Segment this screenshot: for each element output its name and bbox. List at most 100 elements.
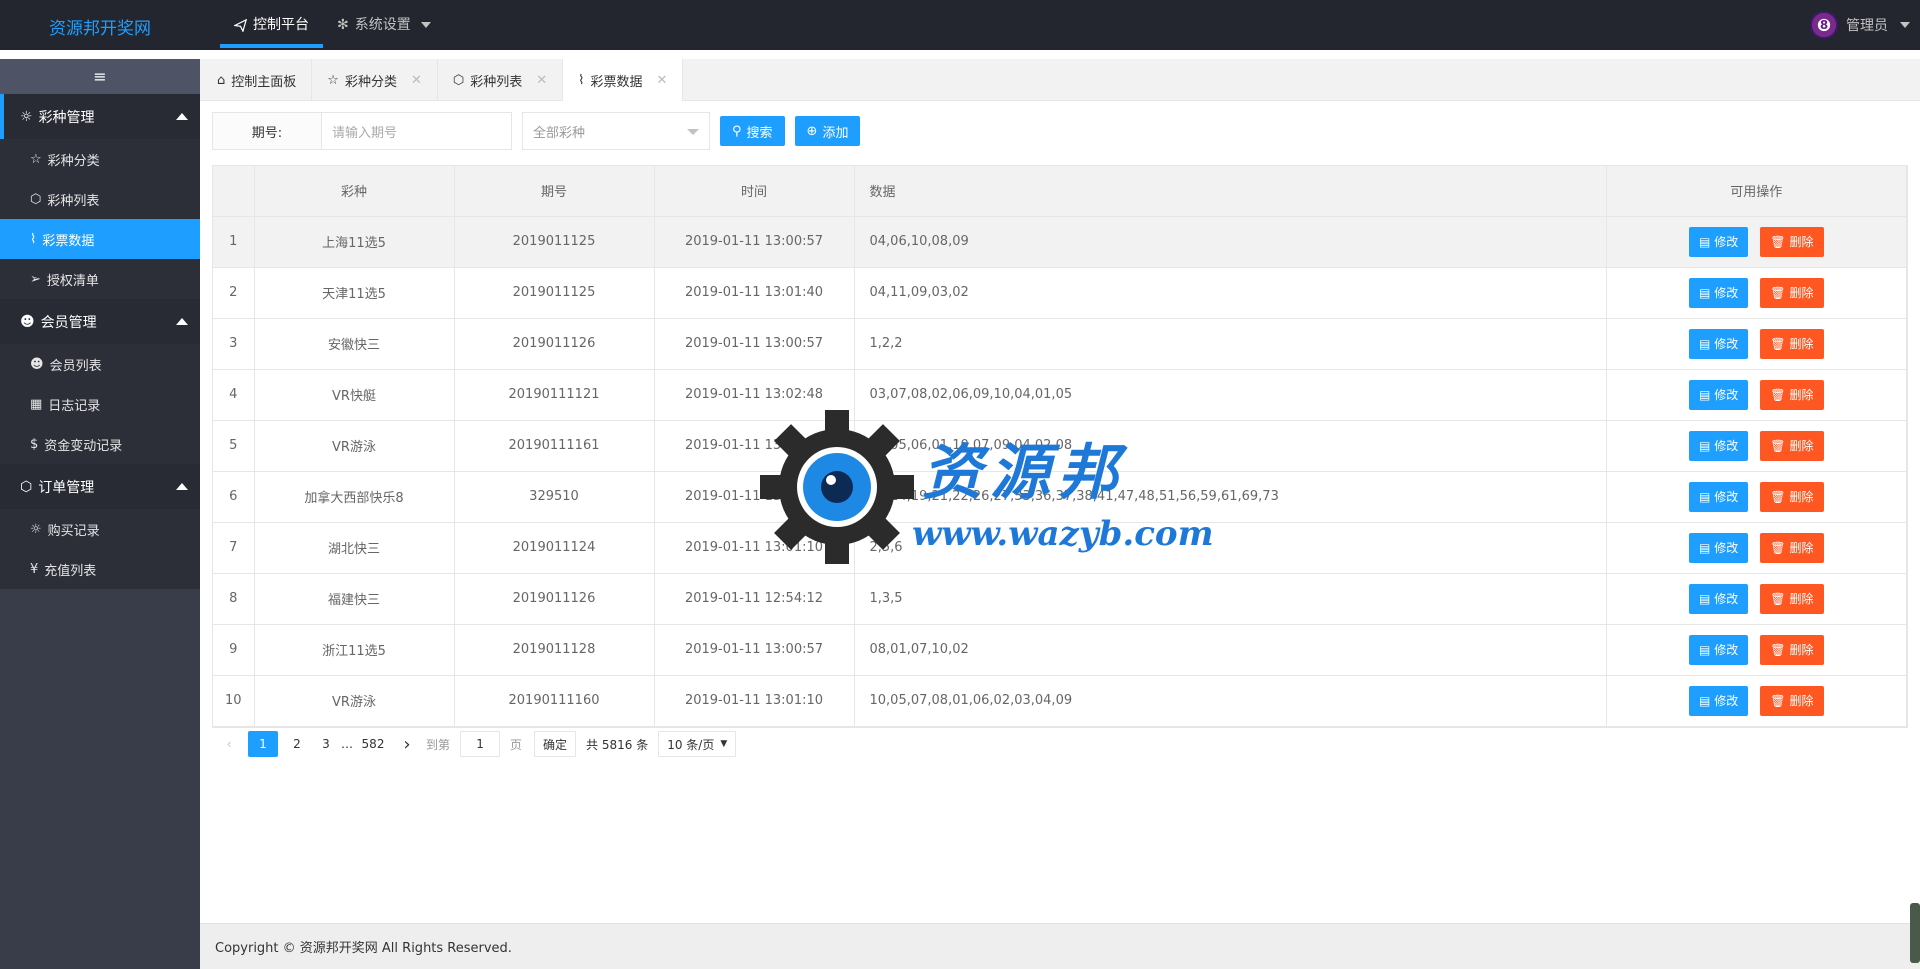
table-row: 2 天津11选5 2019011125 2019-01-11 13:01:40 04,1…	[213, 267, 1907, 319]
delete-button[interactable]: 🗑 删除	[1760, 532, 1824, 563]
add-button[interactable]: ⊕ 添加	[794, 116, 861, 146]
sidebar-item-log-records[interactable]: ▦ 日志记录	[0, 384, 200, 424]
table-row: 10 VR游泳 20190111160 2019-01-11 13:01:10 10,0…	[213, 675, 1907, 727]
next-page-button[interactable]: ›	[392, 731, 422, 757]
edit-button[interactable]: ▤ 修改	[1688, 277, 1749, 308]
page-button-1[interactable]: 1	[248, 731, 278, 757]
edit-button[interactable]: ▤ 修改	[1688, 481, 1749, 512]
yen-icon: ¥	[30, 561, 39, 577]
close-icon[interactable]: ✕	[536, 73, 547, 88]
table-row: 6 加拿大西部快乐8 329510 2019-01-11 13:00:00 04,14,…	[213, 471, 1907, 523]
calendar-icon: ▦	[30, 396, 43, 412]
dollar-icon: $	[30, 436, 39, 452]
sidebar-group-lottery[interactable]: ☼ 彩种管理	[0, 94, 200, 139]
tab-dashboard[interactable]: ⌂ 控制主面板	[202, 59, 313, 101]
filter-toolbar: 期号: 请输入期号 全部彩种 ⚲ 搜索 ⊕ 添加	[212, 112, 861, 150]
delete-button[interactable]: 🗑 删除	[1760, 430, 1824, 461]
home-icon: ⌂	[217, 72, 226, 88]
close-icon[interactable]: ✕	[657, 73, 668, 88]
delete-button[interactable]: 🗑 删除	[1760, 583, 1824, 614]
scroll-widget[interactable]	[1910, 903, 1920, 963]
delete-button[interactable]: 🗑 删除	[1760, 277, 1824, 308]
edit-button[interactable]: ▤ 修改	[1688, 430, 1749, 461]
delete-button[interactable]: 🗑 删除	[1760, 685, 1824, 716]
column-header-lottery: 彩种	[254, 166, 455, 217]
sidebar-item-lottery-list[interactable]: ⬡ 彩种列表	[0, 179, 200, 219]
edit-button[interactable]: ▤ 修改	[1688, 328, 1749, 359]
row-lottery: 湖北快三	[254, 522, 455, 574]
sidebar-toggle[interactable]: ≡	[0, 59, 200, 94]
delete-button-label: 删除	[1789, 439, 1814, 453]
row-actions: ▤ 修改 🗑 删除	[1606, 267, 1907, 319]
topnav-system-settings[interactable]: ✻ 系统设置	[323, 0, 445, 50]
edit-button[interactable]: ▤ 修改	[1688, 532, 1749, 563]
page-button-last[interactable]: 582	[358, 731, 388, 757]
row-index: 6	[213, 471, 255, 523]
delete-button[interactable]: 🗑 删除	[1760, 481, 1824, 512]
row-period: 2019011125	[454, 216, 655, 268]
table-row: 7 湖北快三 2019011124 2019-01-11 13:01:10 2,5,6 ▤…	[213, 522, 1907, 574]
star-icon: ☆	[327, 72, 339, 88]
delete-button-label: 删除	[1789, 592, 1814, 606]
app-logo[interactable]: 资源邦开奖网	[0, 0, 200, 50]
row-period: 20190111161	[454, 420, 655, 472]
row-period: 2019011126	[454, 573, 655, 625]
row-index: 1	[213, 216, 255, 268]
search-button[interactable]: ⚲ 搜索	[720, 116, 785, 146]
delete-button[interactable]: 🗑 删除	[1760, 379, 1824, 410]
topnav-control-platform[interactable]: 控制平台	[220, 0, 323, 50]
trash-icon: 🗑	[1770, 642, 1786, 657]
delete-button[interactable]: 🗑 删除	[1760, 328, 1824, 359]
close-icon[interactable]: ✕	[411, 73, 422, 88]
sidebar-item-member-list[interactable]: ☻ 会员列表	[0, 344, 200, 384]
row-period: 2019011126	[454, 318, 655, 370]
page-button-3[interactable]: 3	[316, 731, 336, 757]
tab-lottery-category[interactable]: ☆ 彩种分类 ✕	[312, 59, 438, 101]
sidebar-item-recharge-list[interactable]: ¥ 充值列表	[0, 549, 200, 589]
row-actions-group: ▤ 修改 🗑 删除	[1607, 379, 1907, 410]
users-icon: ☻	[30, 356, 44, 372]
row-data: 04,14,19,21,22,26,27,33,36,37,38,41,47,4…	[854, 471, 1607, 523]
send-icon	[234, 18, 247, 32]
row-index: 9	[213, 624, 255, 676]
cube-icon: ⬡	[452, 72, 465, 88]
sidebar-item-fund-records[interactable]: $ 资金变动记录	[0, 424, 200, 464]
sidebar-group-members[interactable]: ☻ 会员管理	[0, 299, 200, 344]
main-content: ⌂ 控制主面板 ☆ 彩种分类 ✕ ⬡ 彩种列表 ✕ ⌇ 彩票数据 ✕ 期号: 请…	[200, 59, 1920, 969]
sidebar-item-lottery-category[interactable]: ☆ 彩种分类	[0, 139, 200, 179]
sidebar-group-orders[interactable]: ⬡ 订单管理	[0, 464, 200, 509]
edit-button[interactable]: ▤ 修改	[1688, 685, 1749, 716]
delete-button[interactable]: 🗑 删除	[1760, 226, 1824, 257]
prev-page-button[interactable]: ‹	[214, 731, 244, 757]
edit-button[interactable]: ▤ 修改	[1688, 226, 1749, 257]
page-button-2[interactable]: 2	[282, 731, 312, 757]
lottery-select[interactable]: 全部彩种	[522, 112, 710, 150]
row-time: 2019-01-11 13:01:40	[654, 267, 855, 319]
goto-confirm-button[interactable]: 确定	[534, 731, 577, 757]
page-size-select[interactable]: 10 条/页 ▼	[658, 731, 737, 757]
row-actions-group: ▤ 修改 🗑 删除	[1607, 226, 1907, 257]
add-button-label: 添加	[822, 125, 849, 141]
row-index: 8	[213, 573, 255, 625]
user-menu[interactable]: 8 管理员	[1810, 0, 1910, 50]
table-row: 9 浙江11选5 2019011128 2019-01-11 13:00:57 08,0…	[213, 624, 1907, 676]
tab-lottery-data[interactable]: ⌇ 彩票数据 ✕	[563, 59, 684, 101]
tab-lottery-list[interactable]: ⬡ 彩种列表 ✕	[438, 59, 564, 101]
edit-button[interactable]: ▤ 修改	[1688, 379, 1749, 410]
top-nav: 控制平台 ✻ 系统设置	[220, 0, 445, 50]
cube-icon: ⬡	[30, 191, 42, 207]
sidebar-item-label: 彩种分类	[47, 153, 100, 169]
goto-page-input[interactable]: 1	[460, 731, 501, 757]
sidebar-item-purchase-records[interactable]: ☼ 购买记录	[0, 509, 200, 549]
edit-button[interactable]: ▤ 修改	[1688, 634, 1749, 665]
delete-button[interactable]: 🗑 删除	[1760, 634, 1824, 665]
table-row: 4 VR快艇 20190111121 2019-01-11 13:02:48 03,07…	[213, 369, 1907, 421]
edit-button[interactable]: ▤ 修改	[1688, 583, 1749, 614]
period-input[interactable]: 请输入期号	[322, 112, 512, 150]
edit-icon: ▤	[1698, 285, 1711, 300]
trash-icon: 🗑	[1770, 285, 1786, 300]
sidebar-item-license-list[interactable]: ➢ 授权清单	[0, 259, 200, 299]
sidebar-item-lottery-data[interactable]: ⌇ 彩票数据	[0, 219, 200, 259]
fire-icon: ☼	[20, 108, 33, 125]
chart-icon: ⌇	[578, 72, 585, 88]
